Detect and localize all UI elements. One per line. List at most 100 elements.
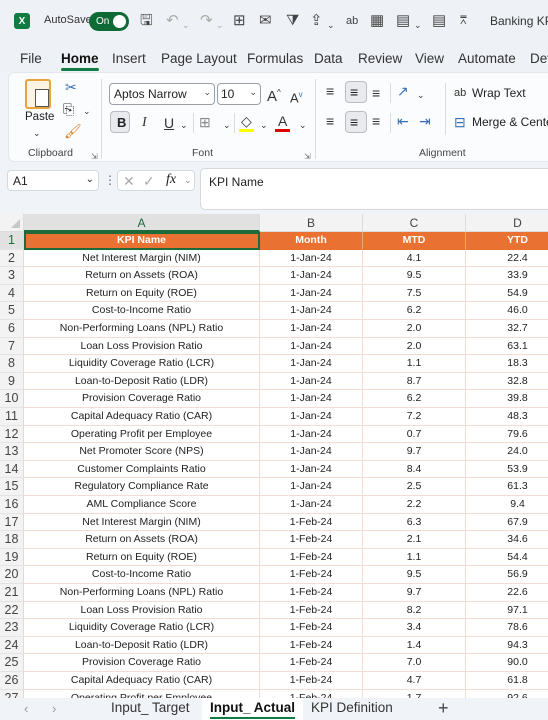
sheet-tab-input-actual[interactable]: Input_ Actual: [202, 698, 304, 720]
merge-center-button[interactable]: Merge & Center: [472, 115, 548, 129]
cell-month[interactable]: 1-Jan-24: [260, 425, 363, 444]
cell-month[interactable]: 1-Feb-24: [260, 636, 363, 655]
cell-kpi-name[interactable]: Non-Performing Loans (NPL) Ratio: [24, 320, 260, 338]
row-number[interactable]: 3: [0, 267, 24, 285]
row-number[interactable]: 2: [0, 249, 24, 268]
picture-icon[interactable]: ✉: [259, 12, 272, 30]
cell-ytd[interactable]: 24.0: [466, 443, 548, 461]
font-color-dropdown-icon[interactable]: ⌄: [299, 117, 307, 133]
cell-kpi-name[interactable]: Loan Loss Provision Ratio: [24, 337, 260, 356]
row-number[interactable]: 4: [0, 284, 24, 303]
cell-month[interactable]: 1-Jan-24: [260, 320, 363, 338]
cell-mtd[interactable]: 7.0: [363, 654, 466, 672]
cell-mtd[interactable]: 2.0: [363, 337, 466, 356]
scroll-tabs-left-icon[interactable]: ‹: [24, 701, 28, 716]
align-right-icon[interactable]: ≡: [372, 113, 380, 129]
cell-mtd[interactable]: 7.5: [363, 284, 466, 303]
cell-mtd[interactable]: 9.7: [363, 584, 466, 602]
paste-dropdown-icon[interactable]: ⌄: [33, 125, 41, 141]
cell-month[interactable]: 1-Jan-24: [260, 460, 363, 479]
cell-ytd[interactable]: 90.0: [466, 654, 548, 672]
cell-ytd[interactable]: 79.6: [466, 426, 548, 444]
cell-kpi-name[interactable]: Return on Assets (ROA): [24, 267, 260, 285]
cell-ytd[interactable]: 67.9: [466, 514, 548, 532]
cell-month[interactable]: 1-Feb-24: [260, 531, 363, 549]
cell-month[interactable]: 1-Feb-24: [260, 654, 363, 672]
cell-kpi-name[interactable]: Liquidity Coverage Ratio (LCR): [24, 355, 260, 373]
cell-ytd[interactable]: 94.3: [466, 637, 548, 655]
row-number[interactable]: 18: [0, 531, 24, 549]
cell-kpi-name[interactable]: Net Interest Margin (NIM): [24, 249, 260, 268]
cell-kpi-name[interactable]: Loan-to-Deposit Ratio (LDR): [24, 636, 260, 655]
cell-month[interactable]: 1-Feb-24: [260, 619, 363, 637]
cell-kpi-name[interactable]: Provision Coverage Ratio: [24, 390, 260, 408]
cell-mtd[interactable]: 2.1: [363, 531, 466, 549]
cell-mtd[interactable]: 6.2: [363, 302, 466, 320]
enter-icon[interactable]: ✓: [143, 173, 155, 190]
spreadsheet-grid[interactable]: A B C D 1 KPI Name Month MTD YTD 2 Net In…: [0, 214, 548, 698]
header-cell-mtd[interactable]: MTD: [363, 232, 466, 250]
tab-insert[interactable]: Insert: [112, 51, 146, 66]
cell-mtd[interactable]: 9.5: [363, 267, 466, 285]
align-top-icon[interactable]: ≡: [326, 83, 334, 99]
cell-ytd[interactable]: 63.1: [466, 338, 548, 356]
cell-kpi-name[interactable]: Loan-to-Deposit Ratio (LDR): [24, 372, 260, 391]
cell-month[interactable]: 1-Jan-24: [260, 408, 363, 426]
cell-month[interactable]: 1-Jan-24: [260, 478, 363, 496]
cell-mtd[interactable]: 1.4: [363, 636, 466, 655]
row-number[interactable]: 9: [0, 372, 24, 391]
borders-icon[interactable]: ⊞: [199, 114, 211, 130]
cell-ytd[interactable]: 33.9: [466, 267, 548, 285]
borders-icon[interactable]: ⊞: [233, 12, 246, 30]
cell-kpi-name[interactable]: Capital Adequacy Ratio (CAR): [24, 408, 260, 426]
cell-ytd[interactable]: 46.0: [466, 302, 548, 320]
cell-ytd[interactable]: 56.9: [466, 566, 548, 584]
cell-kpi-name[interactable]: Capital Adequacy Ratio (CAR): [24, 672, 260, 690]
row-number[interactable]: 5: [0, 302, 24, 320]
cell-kpi-name[interactable]: Operating Profit per Employee: [24, 425, 260, 444]
cell-month[interactable]: 1-Feb-24: [260, 672, 363, 690]
cell-kpi-name[interactable]: Net Interest Margin (NIM): [24, 513, 260, 532]
autosave-toggle[interactable]: On: [89, 12, 129, 31]
cell-kpi-name[interactable]: Return on Assets (ROA): [24, 531, 260, 549]
cell-mtd[interactable]: 1.1: [363, 355, 466, 373]
orientation-icon[interactable]: ↗: [397, 83, 409, 99]
cell-ytd[interactable]: 97.1: [466, 602, 548, 620]
row-number[interactable]: 12: [0, 425, 24, 444]
cell-kpi-name[interactable]: Return on Equity (ROE): [24, 284, 260, 303]
column-header-d[interactable]: D: [466, 214, 548, 232]
cell-month[interactable]: 1-Feb-24: [260, 548, 363, 567]
tab-automate[interactable]: Automate: [458, 51, 516, 66]
cell-month[interactable]: 1-Jan-24: [260, 249, 363, 268]
row-number[interactable]: 26: [0, 672, 24, 690]
row-number[interactable]: 1: [0, 232, 24, 250]
font-color-icon[interactable]: A: [278, 113, 287, 129]
cell-mtd[interactable]: 9.5: [363, 566, 466, 584]
select-all-button[interactable]: [0, 214, 24, 232]
cell-kpi-name[interactable]: Customer Complaints Ratio: [24, 460, 260, 479]
cell-kpi-name[interactable]: Operating Profit per Employee: [24, 689, 260, 698]
cell-mtd[interactable]: 7.2: [363, 408, 466, 426]
cancel-icon[interactable]: ✕: [123, 173, 135, 190]
share-icon[interactable]: ⇪: [310, 12, 323, 30]
row-number[interactable]: 14: [0, 460, 24, 479]
insert-function-button[interactable]: fx: [166, 172, 176, 188]
font-size-select[interactable]: 10 ⌄: [217, 83, 261, 105]
tab-home[interactable]: Home: [61, 51, 99, 71]
cell-mtd[interactable]: 6.2: [363, 390, 466, 408]
cell-ytd[interactable]: 32.8: [466, 373, 548, 391]
row-number[interactable]: 7: [0, 337, 24, 356]
cell-month[interactable]: 1-Feb-24: [260, 584, 363, 602]
cell-month[interactable]: 1-Jan-24: [260, 390, 363, 408]
paste-icon[interactable]: [25, 79, 51, 109]
cell-ytd[interactable]: 92.6: [466, 690, 548, 698]
row-number[interactable]: 15: [0, 478, 24, 496]
row-number[interactable]: 8: [0, 355, 24, 373]
cell-mtd[interactable]: 8.7: [363, 372, 466, 391]
cell-month[interactable]: 1-Jan-24: [260, 443, 363, 461]
row-number[interactable]: 20: [0, 566, 24, 584]
cell-month[interactable]: 1-Jan-24: [260, 267, 363, 285]
header-cell-kpi-name[interactable]: KPI Name: [24, 232, 260, 250]
increase-indent-icon[interactable]: ⇥: [419, 113, 431, 129]
cell-ytd[interactable]: 22.4: [466, 250, 548, 268]
